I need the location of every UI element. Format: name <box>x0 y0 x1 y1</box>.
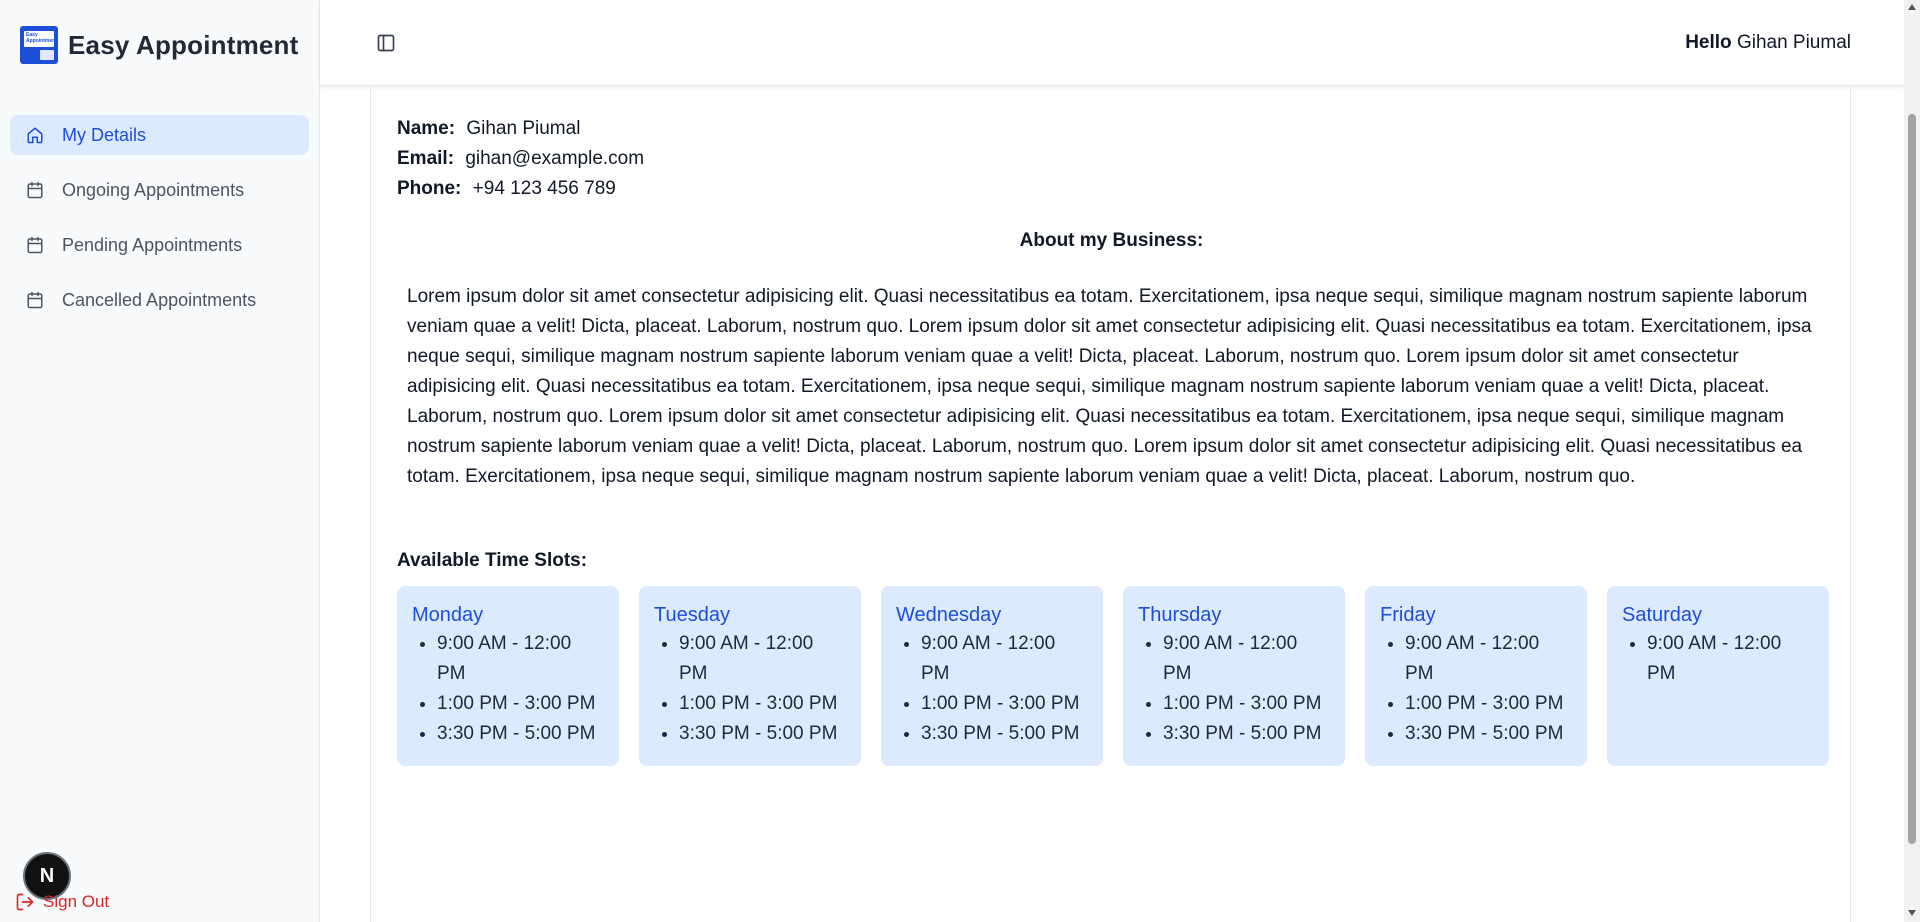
slots-title: Available Time Slots: <box>397 550 588 571</box>
slot-day: Tuesday <box>654 604 730 626</box>
email-label: Email: <box>397 148 455 169</box>
logo-text: Easy Appointment <box>24 31 57 47</box>
slot-card-wednesday: Wednesday 9:00 AM - 12:00 PM 1:00 PM - 3… <box>881 586 1103 766</box>
profile-name-row: Name: Gihan Piumal <box>397 114 644 144</box>
slot-time: 9:00 AM - 12:00 PM <box>437 629 604 689</box>
sidebar-item-my-details[interactable]: My Details <box>10 115 309 155</box>
top-bar: Hello Gihan Piumal <box>320 0 1904 86</box>
greeting-label: Hello <box>1685 32 1732 53</box>
sidebar-item-label: Ongoing Appointments <box>62 179 245 200</box>
page-scrollbar[interactable] <box>1904 0 1920 922</box>
slot-time: 1:00 PM - 3:00 PM <box>437 689 604 719</box>
slot-card-friday: Friday 9:00 AM - 12:00 PM 1:00 PM - 3:00… <box>1365 586 1587 766</box>
slot-card-thursday: Thursday 9:00 AM - 12:00 PM 1:00 PM - 3:… <box>1123 586 1345 766</box>
slot-time: 3:30 PM - 5:00 PM <box>921 719 1088 749</box>
slot-card-saturday: Saturday 9:00 AM - 12:00 PM <box>1607 586 1829 766</box>
slot-day: Saturday <box>1622 604 1703 626</box>
slot-time: 1:00 PM - 3:00 PM <box>1405 689 1572 719</box>
sidebar-item-cancelled-appointments[interactable]: Cancelled Appointments <box>10 280 309 320</box>
slot-time: 9:00 AM - 12:00 PM <box>1163 629 1330 689</box>
scrollbar-thumb[interactable] <box>1908 114 1916 844</box>
phone-label: Phone: <box>397 178 462 199</box>
app-logo-icon: Easy Appointment <box>20 26 58 64</box>
home-icon <box>27 127 43 144</box>
name-value: Gihan Piumal <box>466 118 581 139</box>
slot-day: Thursday <box>1138 604 1222 626</box>
brand[interactable]: Easy Appointment Easy Appointment <box>20 26 298 64</box>
sidebar-nav: My Details Ongoing Appointments Pending … <box>10 115 309 335</box>
calendar-icon <box>27 291 43 309</box>
sidebar-item-ongoing-appointments[interactable]: Ongoing Appointments <box>10 170 309 210</box>
calendar-icon <box>27 181 43 199</box>
app-title: Easy Appointment <box>68 29 299 60</box>
calendar-icon <box>27 236 43 254</box>
slot-card-tuesday: Tuesday 9:00 AM - 12:00 PM 1:00 PM - 3:0… <box>639 586 861 766</box>
sign-out-button[interactable]: Sign Out <box>15 892 109 912</box>
phone-value: +94 123 456 789 <box>472 178 616 199</box>
about-text: Lorem ipsum dolor sit amet consectetur a… <box>407 286 1812 487</box>
email-value: gihan@example.com <box>465 148 645 169</box>
scroll-up-icon[interactable] <box>1908 4 1916 10</box>
main-content: Name: Gihan Piumal Email: gihan@example.… <box>370 86 1851 922</box>
slot-time: 9:00 AM - 12:00 PM <box>921 629 1088 689</box>
slot-day: Monday <box>412 604 484 626</box>
profile-email-row: Email: gihan@example.com <box>397 144 644 174</box>
user-name: Gihan Piumal <box>1736 32 1851 53</box>
sidebar-item-label: My Details <box>62 124 147 145</box>
sidebar-item-label: Cancelled Appointments <box>62 289 257 310</box>
scroll-down-icon[interactable] <box>1908 910 1916 916</box>
profile-info: Name: Gihan Piumal Email: gihan@example.… <box>397 114 644 204</box>
slot-time: 9:00 AM - 12:00 PM <box>1405 629 1572 689</box>
profile-phone-row: Phone: +94 123 456 789 <box>397 174 644 204</box>
slot-time: 1:00 PM - 3:00 PM <box>679 689 846 719</box>
slot-time: 3:30 PM - 5:00 PM <box>437 719 604 749</box>
time-slots: Monday 9:00 AM - 12:00 PM 1:00 PM - 3:00… <box>397 586 1829 766</box>
sidebar: Easy Appointment Easy Appointment My Det… <box>0 0 320 922</box>
sign-out-label: Sign Out <box>43 892 110 911</box>
slot-time: 9:00 AM - 12:00 PM <box>679 629 846 689</box>
slot-day: Friday <box>1380 604 1436 626</box>
sidebar-item-pending-appointments[interactable]: Pending Appointments <box>10 225 309 265</box>
about-title: About my Business: <box>1019 230 1204 251</box>
name-label: Name: <box>397 118 456 139</box>
slot-time: 1:00 PM - 3:00 PM <box>1163 689 1330 719</box>
sidebar-toggle-icon[interactable] <box>376 33 396 53</box>
user-greeting: Hello Gihan Piumal <box>1685 32 1851 54</box>
slot-time: 3:30 PM - 5:00 PM <box>679 719 846 749</box>
sidebar-item-label: Pending Appointments <box>62 234 243 255</box>
slot-time: 9:00 AM - 12:00 PM <box>1647 629 1814 689</box>
slot-time: 3:30 PM - 5:00 PM <box>1405 719 1572 749</box>
slot-day: Wednesday <box>896 604 1002 626</box>
slot-time: 1:00 PM - 3:00 PM <box>921 689 1088 719</box>
slot-card-monday: Monday 9:00 AM - 12:00 PM 1:00 PM - 3:00… <box>397 586 619 766</box>
slot-time: 3:30 PM - 5:00 PM <box>1163 719 1330 749</box>
sign-out-icon <box>16 893 34 911</box>
